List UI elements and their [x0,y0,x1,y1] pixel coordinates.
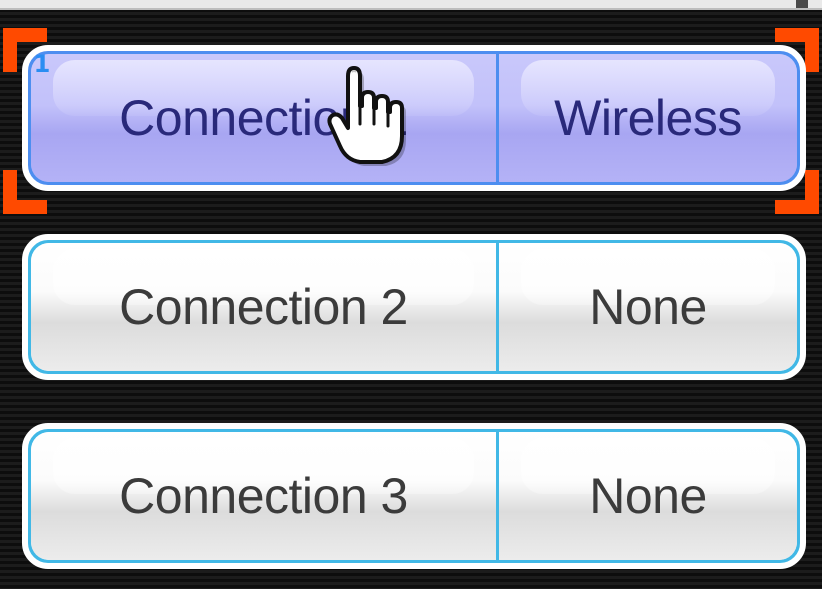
hand-pointer-icon [327,66,406,166]
connection-3-name: Connection 3 [119,468,408,524]
connection-1-name-cell: Connection 1 [31,54,496,182]
connection-2-name: Connection 2 [119,279,408,335]
top-bar-edge [0,0,822,10]
connection-3-type-cell: None [496,432,797,560]
connection-2-button[interactable]: Connection 2 None [22,234,806,380]
connection-3-button[interactable]: Connection 3 None [22,423,806,569]
connection-3-panel: Connection 3 None [31,432,797,560]
connection-2-type-cell: None [496,243,797,371]
connection-1-type: Wireless [554,90,742,146]
connection-1-button[interactable]: Connection 1 Wireless [22,45,806,191]
connection-3-name-cell: Connection 3 [31,432,496,560]
connection-1-type-cell: Wireless [496,54,797,182]
connection-2-panel: Connection 2 None [31,243,797,371]
connection-2-type: None [589,279,707,335]
connection-3-type: None [589,468,707,524]
player-number-badge: 1 [33,50,51,78]
connection-1-panel: Connection 1 Wireless [31,54,797,182]
connection-2-name-cell: Connection 2 [31,243,496,371]
